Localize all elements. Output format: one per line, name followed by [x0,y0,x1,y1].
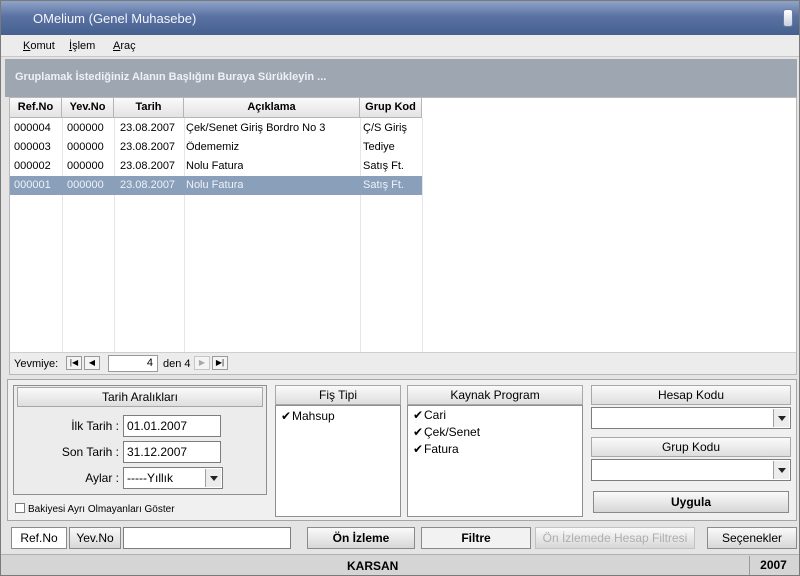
cell-grup-kod: Satış Ft. [363,160,404,172]
column-header-ref-no[interactable]: Ref.No [10,98,62,118]
cell-tarih: 23.08.2007 [120,179,176,191]
grid-line [422,118,423,354]
group-by-area[interactable]: Gruplamak İstediğiniz Alanın Başlığını B… [5,59,797,97]
kaynak-program-list[interactable]: ✔Cari ✔Çek/Senet ✔Fatura [407,405,583,517]
last-record-icon[interactable]: ▶| [212,356,228,370]
preview-button[interactable]: Ön İzleme [307,527,415,549]
cell-yev-no: 000000 [67,160,104,172]
balance-checkbox[interactable]: Bakiyesi Ayrı Olmayanları Göster [15,503,175,515]
months-label: Aylar : [85,471,119,485]
current-record-input[interactable]: 4 [108,355,158,372]
menu-islem[interactable]: İşlem [69,40,95,52]
kaynak-program-title: Kaynak Program [407,385,583,405]
column-header-yev-no[interactable]: Yev.No [62,98,114,118]
chevron-down-icon[interactable] [773,461,789,479]
date-range-title: Tarih Aralıkları [17,387,263,407]
cell-ref-no: 000001 [14,179,51,191]
check-icon: ✔ [413,425,424,439]
cell-yev-no: 000000 [67,141,104,153]
next-record-icon[interactable]: ▶ [194,356,210,370]
apply-button[interactable]: Uygula [593,491,789,513]
cell-ref-no: 000003 [14,141,51,153]
menu-bar: Komut İşlem Araç [1,35,799,57]
cell-yev-no: 000000 [67,179,104,191]
menu-arac[interactable]: Araç [113,40,136,52]
cell-yev-no: 000000 [67,122,104,134]
checkbox-box[interactable] [15,503,25,513]
cell-tarih: 23.08.2007 [120,122,176,134]
fiscal-year: 2007 [749,556,797,575]
window-title: OMelium (Genel Muhasebe) [33,11,197,26]
main-window: OMelium (Genel Muhasebe) Komut İşlem Ara… [0,0,800,576]
kaynak-item[interactable]: ✔Çek/Senet [413,425,480,439]
fis-tipi-item-label: Mahsup [292,409,335,423]
cell-aciklama: Ödememiz [186,141,240,153]
check-icon: ✔ [413,408,424,422]
cell-aciklama: Çek/Senet Giriş Bordro No 3 [186,122,326,134]
cell-ref-no: 000004 [14,122,51,134]
status-bar: KARSAN 2007 [1,554,799,575]
balance-checkbox-label: Bakiyesi Ayrı Olmayanları Göster [28,504,175,515]
preview-account-filter-button[interactable]: Ön İzlemede Hesap Filtresi [535,527,695,549]
months-select[interactable]: -----Yıllık [123,467,223,489]
previous-record-icon[interactable]: ◀ [84,356,100,370]
tab-ref-no[interactable]: Ref.No [11,527,67,549]
table-row[interactable]: 000002 000000 23.08.2007 Nolu Fatura Sat… [10,157,422,176]
cell-ref-no: 000002 [14,160,51,172]
grup-kodu-title: Grup Kodu [591,437,791,457]
kaynak-item-label: Fatura [424,442,459,456]
check-icon: ✔ [281,409,292,423]
window-control-icon[interactable] [783,9,793,27]
cell-grup-kod: Satış Ft. [363,179,404,191]
cell-tarih: 23.08.2007 [120,160,176,172]
navigator-label: Yevmiye: [14,358,59,370]
filter-button[interactable]: Filtre [421,527,531,549]
title-bar[interactable]: OMelium (Genel Muhasebe) [1,1,799,35]
fis-tipi-item[interactable]: ✔Mahsup [281,409,335,423]
months-select-value: -----Yıllık [127,471,173,485]
cell-grup-kod: Ç/S Giriş [363,122,407,134]
hesap-kodu-select[interactable] [591,407,791,429]
cell-aciklama: Nolu Fatura [186,179,244,191]
end-date-input[interactable]: 31.12.2007 [123,441,221,463]
chevron-down-icon[interactable] [205,469,221,487]
kaynak-item-label: Cari [424,408,447,422]
column-header-tarih[interactable]: Tarih [114,98,184,118]
kaynak-item-label: Çek/Senet [424,425,481,439]
group-by-hint: Gruplamak İstediğiniz Alanın Başlığını B… [15,71,327,83]
cell-aciklama: Nolu Fatura [186,160,244,172]
hesap-kodu-title: Hesap Kodu [591,385,791,405]
search-input[interactable] [123,527,291,549]
chevron-down-icon[interactable] [773,409,789,427]
fis-tipi-title: Fiş Tipi [275,385,401,405]
grup-kodu-select[interactable] [591,459,791,481]
start-date-input[interactable]: 01.01.2007 [123,415,221,437]
check-icon: ✔ [413,442,424,456]
company-name: KARSAN [347,559,399,573]
kaynak-item[interactable]: ✔Fatura [413,442,459,456]
first-record-icon[interactable]: |◀ [66,356,82,370]
cell-tarih: 23.08.2007 [120,141,176,153]
table-row[interactable]: 000004 000000 23.08.2007 Çek/Senet Giriş… [10,119,422,138]
end-date-label: Son Tarih : [61,445,119,459]
start-date-label: İlk Tarih : [71,419,119,433]
table-row-selected[interactable]: 000001 000000 23.08.2007 Nolu Fatura Sat… [10,176,422,195]
record-navigator: Yevmiye: |◀ ◀ 4 den 4 ▶ ▶| [10,352,796,374]
column-header-aciklama[interactable]: Açıklama [184,98,360,118]
options-button[interactable]: Seçenekler [707,527,797,549]
menu-komut[interactable]: Komut [23,40,55,52]
records-grid[interactable]: Ref.No Yev.No Tarih Açıklama Grup Kod 00… [9,97,797,375]
record-count-text: den 4 [163,358,191,370]
cell-grup-kod: Tediye [363,141,395,153]
tab-yev-no[interactable]: Yev.No [69,527,121,549]
column-header-grup-kod[interactable]: Grup Kod [360,98,422,118]
table-row[interactable]: 000003 000000 23.08.2007 Ödememiz Tediye [10,138,422,157]
kaynak-item[interactable]: ✔Cari [413,408,446,422]
fis-tipi-list[interactable]: ✔Mahsup [275,405,401,517]
